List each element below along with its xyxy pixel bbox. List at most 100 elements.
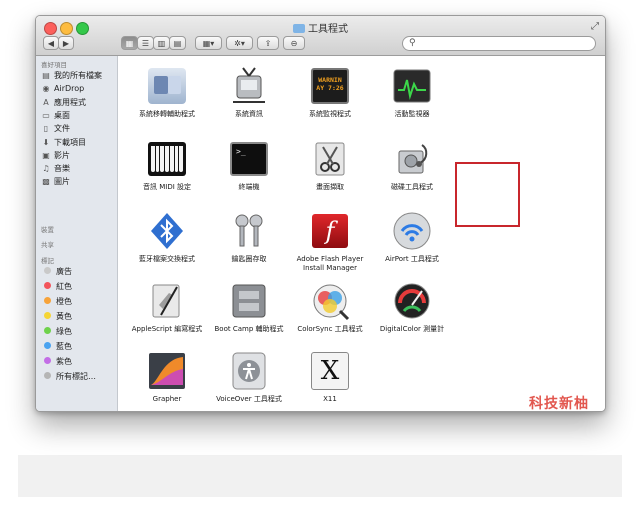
sidebar-tag[interactable]: 黃色	[41, 310, 115, 323]
app-system-information[interactable]: 系統資訊	[205, 66, 293, 119]
audio-midi-setup-icon	[147, 139, 187, 179]
app-digitalcolor-meter[interactable]: DigitalColor 測量計	[368, 281, 456, 334]
movies-icon: ▣	[42, 150, 50, 160]
sidebar-tag[interactable]: 綠色	[41, 325, 115, 338]
tag-color-dot-icon	[44, 282, 51, 289]
app-keychain-access[interactable]: 鑰匙圈存取	[205, 211, 293, 264]
console-icon: WARNIN AY 7:26	[310, 66, 350, 106]
sidebar-item-all-files[interactable]: ▤ 我的所有檔案	[41, 69, 115, 82]
title-bar: 工具程式 ⤢ ◀ ▶ ▦ ☰ ▥ ▤ ▦▾ ✲▾ ⇪ ⊖ ⚲	[36, 16, 605, 56]
app-label: 音訊 MIDI 設定	[142, 183, 191, 191]
app-terminal[interactable]: >_ 終端機	[205, 139, 293, 192]
forward-button[interactable]: ▶	[58, 36, 74, 50]
sidebar-item-label: 音樂	[54, 164, 70, 174]
sidebar-item-applications[interactable]: A 應用程式	[41, 96, 115, 109]
tags-button[interactable]: ⊖	[283, 36, 305, 50]
action-button[interactable]: ✲▾	[226, 36, 253, 50]
grab-icon	[310, 139, 350, 179]
selection-highlight	[455, 162, 520, 227]
sidebar-item-label: 圖片	[54, 177, 70, 187]
x11-icon: X	[310, 351, 350, 391]
column-view-button[interactable]: ▥	[153, 36, 170, 50]
music-icon: ♫	[42, 164, 50, 174]
reflection-floor	[18, 455, 622, 497]
grapher-icon	[147, 351, 187, 391]
app-label: 系統監視程式	[309, 110, 351, 118]
applications-icon: A	[43, 97, 49, 107]
icon-view-button[interactable]: ▦	[121, 36, 138, 50]
back-button[interactable]: ◀	[43, 36, 59, 50]
list-view-button[interactable]: ☰	[137, 36, 154, 50]
sidebar-tag[interactable]: 紫色	[41, 355, 115, 368]
system-information-icon	[229, 66, 269, 106]
sidebar-tag-label: 黃色	[56, 312, 72, 321]
app-audio-midi-setup[interactable]: 音訊 MIDI 設定	[123, 139, 211, 192]
tag-color-dot-icon	[44, 267, 51, 274]
app-x11[interactable]: X X11	[286, 351, 374, 404]
tag-color-dot-icon	[44, 357, 51, 364]
tag-color-dot-icon	[44, 327, 51, 334]
sidebar-tag-label: 所有標記…	[56, 372, 96, 381]
sidebar-tag-label: 藍色	[56, 342, 72, 351]
sidebar-item-downloads[interactable]: ⬇ 下載項目	[41, 136, 115, 149]
sidebar-tag[interactable]: 橙色	[41, 295, 115, 308]
sidebar-item-label: 應用程式	[54, 97, 86, 107]
sidebar-tag[interactable]: 廣告	[41, 265, 115, 278]
sidebar: 喜好項目 ▤ 我的所有檔案 ◉ AirDrop A 應用程式 ▭ 桌面 ▯ 文件 ⬇ 下載項目 ▣ 影片 ♫…	[36, 56, 118, 411]
sidebar-item-airdrop[interactable]: ◉ AirDrop	[41, 82, 115, 95]
sidebar-item-desktop[interactable]: ▭ 桌面	[41, 109, 115, 122]
sidebar-item-movies[interactable]: ▣ 影片	[41, 149, 115, 162]
window-title: 工具程式	[36, 20, 605, 35]
app-boot-camp-assistant[interactable]: Boot Camp 輔助程式	[205, 281, 293, 334]
watermark: 科技新柚	[529, 396, 589, 412]
app-label: ColorSync 工具程式	[297, 325, 363, 333]
app-label: 畫面擷取	[316, 183, 344, 191]
sidebar-item-pictures[interactable]: ▩ 圖片	[41, 175, 115, 188]
devices-header: 裝置	[41, 226, 54, 234]
sidebar-tag[interactable]: 所有標記…	[41, 370, 115, 383]
app-colorsync-utility[interactable]: ColorSync 工具程式	[286, 281, 374, 334]
app-label: AirPort 工具程式	[385, 255, 439, 263]
sidebar-tag[interactable]: 藍色	[41, 340, 115, 353]
terminal-icon: >_	[229, 139, 269, 179]
sidebar-tag[interactable]: 紅色	[41, 280, 115, 293]
app-grab[interactable]: 畫面擷取	[286, 139, 374, 192]
sidebar-item-label: 文件	[54, 124, 70, 134]
app-label: 磁碟工具程式	[391, 183, 433, 191]
app-label: VoiceOver 工具程式	[216, 395, 282, 403]
app-bluetooth-file-exchange[interactable]: 藍牙檔案交換程式	[123, 211, 211, 264]
app-voiceover-utility[interactable]: VoiceOver 工具程式	[205, 351, 293, 404]
app-label: X11	[323, 395, 337, 403]
arrange-button[interactable]: ▦▾	[195, 36, 222, 50]
flash-player-icon: f	[310, 211, 350, 251]
app-migration-assistant[interactable]: 系統移轉輔助程式	[123, 66, 211, 119]
app-activity-monitor[interactable]: 活動監視器	[368, 66, 456, 119]
colorsync-utility-icon	[310, 281, 350, 321]
tag-color-dot-icon	[44, 372, 51, 379]
sidebar-item-documents[interactable]: ▯ 文件	[41, 122, 115, 135]
share-button[interactable]: ⇪	[257, 36, 279, 50]
sidebar-item-music[interactable]: ♫ 音樂	[41, 162, 115, 175]
sidebar-tag-label: 紅色	[56, 282, 72, 291]
coverflow-view-button[interactable]: ▤	[169, 36, 186, 50]
search-input[interactable]	[421, 38, 589, 49]
app-grapher[interactable]: Grapher	[123, 351, 211, 404]
app-flash-player[interactable]: f Adobe Flash Player Install Manager	[286, 211, 374, 273]
sidebar-tag-label: 橙色	[56, 297, 72, 306]
app-label: 系統移轉輔助程式	[139, 110, 195, 118]
app-disk-utility[interactable]: 磁碟工具程式	[368, 139, 456, 192]
desktop-icon: ▭	[42, 110, 50, 120]
search-field[interactable]: ⚲	[402, 36, 596, 51]
app-label: Grapher	[152, 395, 182, 403]
app-applescript-editor[interactable]: AppleScript 編寫程式	[123, 281, 211, 334]
tag-color-dot-icon	[44, 342, 51, 349]
shared-header: 共享	[41, 241, 54, 249]
app-airport-utility[interactable]: AirPort 工具程式	[368, 211, 456, 264]
fullscreen-icon[interactable]: ⤢	[591, 21, 599, 32]
tag-color-dot-icon	[44, 312, 51, 319]
all-files-icon: ▤	[42, 71, 50, 80]
sidebar-item-label: 影片	[54, 150, 70, 160]
app-label: 系統資訊	[235, 110, 263, 118]
app-console[interactable]: WARNIN AY 7:26 系統監視程式	[286, 66, 374, 119]
folder-icon	[293, 24, 305, 33]
